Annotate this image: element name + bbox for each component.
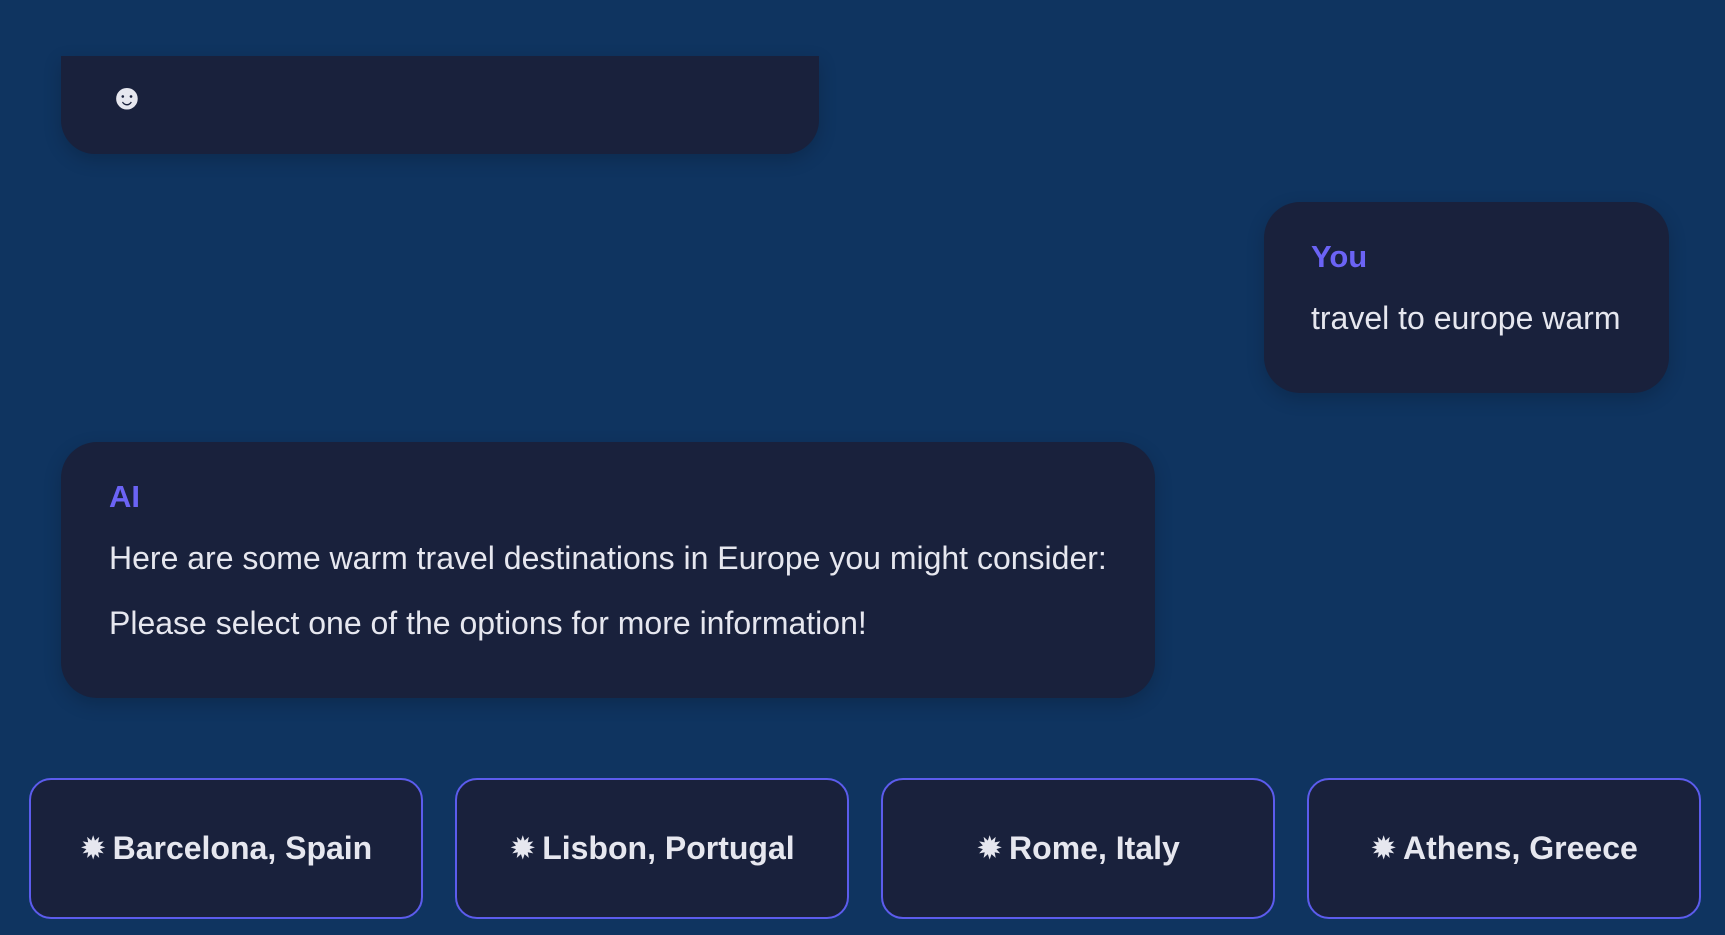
sun-icon: ✹ <box>509 830 537 867</box>
option-lisbon-button[interactable]: ✹ Lisbon, Portugal <box>455 778 849 919</box>
chat-screen: ☻ You travel to europe warm AI Here are … <box>0 0 1725 935</box>
option-label: Lisbon, Portugal <box>542 830 795 867</box>
smiley-icon: ☻ <box>108 76 146 117</box>
ai-message-line: Here are some warm travel destinations i… <box>109 540 1107 577</box>
option-label: Barcelona, Spain <box>112 830 373 867</box>
option-rome-button[interactable]: ✹ Rome, Italy <box>881 778 1275 919</box>
option-barcelona-button[interactable]: ✹ Barcelona, Spain <box>29 778 423 919</box>
sender-label-ai: AI <box>109 479 140 514</box>
ai-message-line: Please select one of the options for mor… <box>109 604 867 641</box>
message-bubble-partial: ☻ <box>61 56 819 154</box>
user-message-text: travel to europe warm <box>1311 300 1621 337</box>
sun-icon: ✹ <box>79 830 107 867</box>
sun-icon: ✹ <box>1370 830 1398 867</box>
sun-icon: ✹ <box>976 830 1004 867</box>
user-message-bubble: You travel to europe warm <box>1264 202 1669 393</box>
option-label: Rome, Italy <box>1009 830 1180 867</box>
destination-options: ✹ Barcelona, Spain ✹ Lisbon, Portugal ✹ Rom… <box>29 778 1701 919</box>
option-label: Athens, Greece <box>1403 830 1638 867</box>
sender-label-you: You <box>1311 239 1368 274</box>
ai-message-bubble: AI Here are some warm travel destination… <box>61 442 1155 698</box>
option-athens-button[interactable]: ✹ Athens, Greece <box>1307 778 1701 919</box>
